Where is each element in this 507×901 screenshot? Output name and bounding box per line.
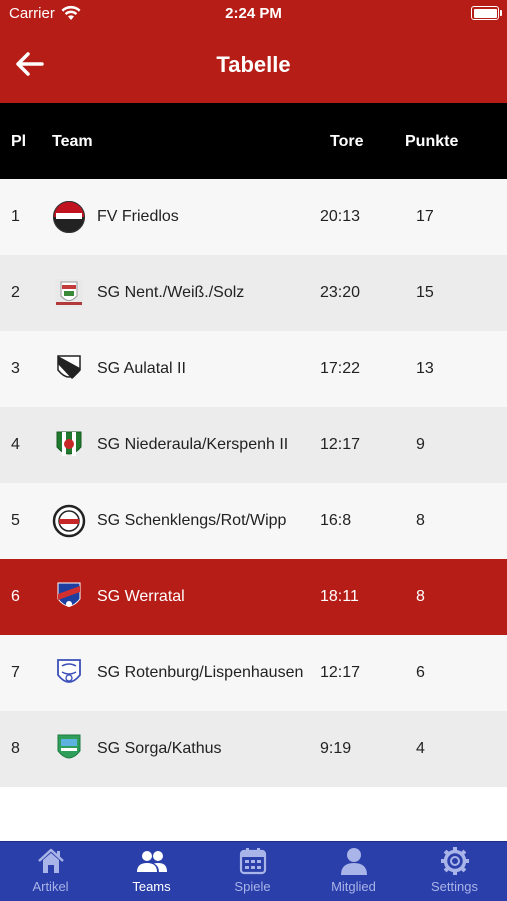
table-row[interactable]: 4 SG Niederaula/Kerspenh II 12:17 9 (0, 407, 507, 483)
row-team: SG Werratal (97, 588, 185, 605)
row-place: 4 (11, 436, 20, 453)
table-row[interactable]: 5 SG Schenklengs/Rot/Wipp 16:8 8 (0, 483, 507, 559)
column-header-tore: Tore (330, 133, 364, 150)
table-row[interactable]: 3 SG Aulatal II 17:22 13 (0, 331, 507, 407)
clock: 2:24 PM (225, 5, 282, 22)
club-logo-icon (56, 431, 82, 456)
table-row[interactable]: 2 SG Nent./Weiß./Solz 23:20 15 (0, 255, 507, 331)
table-header: Pl Team Tore Punkte (0, 103, 507, 179)
row-team: SG Sorga/Kathus (97, 740, 222, 757)
page-title: Tabelle (216, 52, 291, 77)
row-goals: 17:22 (320, 360, 361, 377)
row-place: 3 (11, 360, 20, 377)
club-logo-icon (55, 279, 83, 307)
status-bar: Carrier 2:24 PM (0, 0, 507, 28)
tab-label: Mitglied (331, 879, 376, 894)
calendar-icon (239, 848, 267, 875)
row-points: 6 (416, 664, 425, 681)
club-logo-icon (57, 355, 81, 379)
tab-label: Artikel (32, 879, 69, 894)
row-place: 7 (11, 664, 20, 681)
row-goals: 12:17 (320, 436, 361, 453)
tab-label: Teams (132, 879, 171, 894)
row-team: SG Nent./Weiß./Solz (97, 284, 245, 301)
club-logo-icon (57, 582, 81, 607)
row-place: 1 (11, 208, 20, 225)
table-row-highlighted[interactable]: 6 SG Werratal 18:11 8 (0, 559, 507, 635)
person-icon (341, 848, 367, 875)
row-team: SG Aulatal II (97, 360, 186, 377)
table-row[interactable]: 8 SG Sorga/Kathus 9:19 4 (0, 711, 507, 787)
row-points: 13 (416, 360, 434, 377)
tab-teams[interactable]: Teams (101, 842, 202, 901)
tab-artikel[interactable]: Artikel (0, 842, 101, 901)
club-logo-icon (57, 734, 81, 759)
column-header-team: Team (52, 133, 93, 150)
club-logo-icon (53, 201, 85, 233)
row-place: 5 (11, 512, 20, 529)
column-header-pl: Pl (11, 133, 27, 150)
tab-label: Spiele (234, 879, 271, 894)
row-goals: 18:11 (320, 588, 359, 605)
row-team: SG Rotenburg/Lispenhausen (97, 664, 304, 681)
home-icon (38, 848, 64, 873)
row-points: 4 (416, 740, 425, 757)
row-points: 8 (416, 588, 425, 605)
row-points: 8 (416, 512, 425, 529)
row-team: FV Friedlos (97, 208, 179, 225)
row-goals: 9:19 (320, 740, 352, 757)
battery-icon (471, 6, 502, 20)
row-goals: 23:20 (320, 284, 361, 301)
tab-mitglied[interactable]: Mitglied (303, 842, 404, 901)
row-place: 8 (11, 740, 20, 757)
tab-settings[interactable]: Settings (404, 842, 505, 901)
row-team: SG Schenklengs/Rot/Wipp (97, 512, 287, 529)
tab-spiele[interactable]: Spiele (202, 842, 303, 901)
table-row[interactable]: 7 SG Rotenburg/Lispenhausen 12:17 6 (0, 635, 507, 711)
row-place: 2 (11, 284, 20, 301)
club-logo-icon (52, 504, 86, 538)
column-header-punkte: Punkte (405, 133, 459, 150)
row-points: 17 (416, 208, 434, 225)
row-points: 9 (416, 436, 425, 453)
row-points: 15 (416, 284, 434, 301)
row-goals: 16:8 (320, 512, 352, 529)
club-logo-icon (57, 659, 81, 683)
tab-bar: Artikel Teams Spiele Mitglied Settings (0, 841, 507, 901)
row-place: 6 (11, 588, 20, 605)
row-goals: 20:13 (320, 208, 361, 225)
table-row[interactable]: 1 FV Friedlos 20:13 17 (0, 179, 507, 255)
row-team: SG Niederaula/Kerspenh II (97, 436, 289, 453)
tab-label: Settings (431, 879, 478, 894)
row-goals: 12:17 (320, 664, 361, 681)
people-icon (137, 851, 167, 872)
gear-icon (441, 847, 469, 875)
header: Carrier 2:24 PM Tabelle (0, 0, 507, 103)
